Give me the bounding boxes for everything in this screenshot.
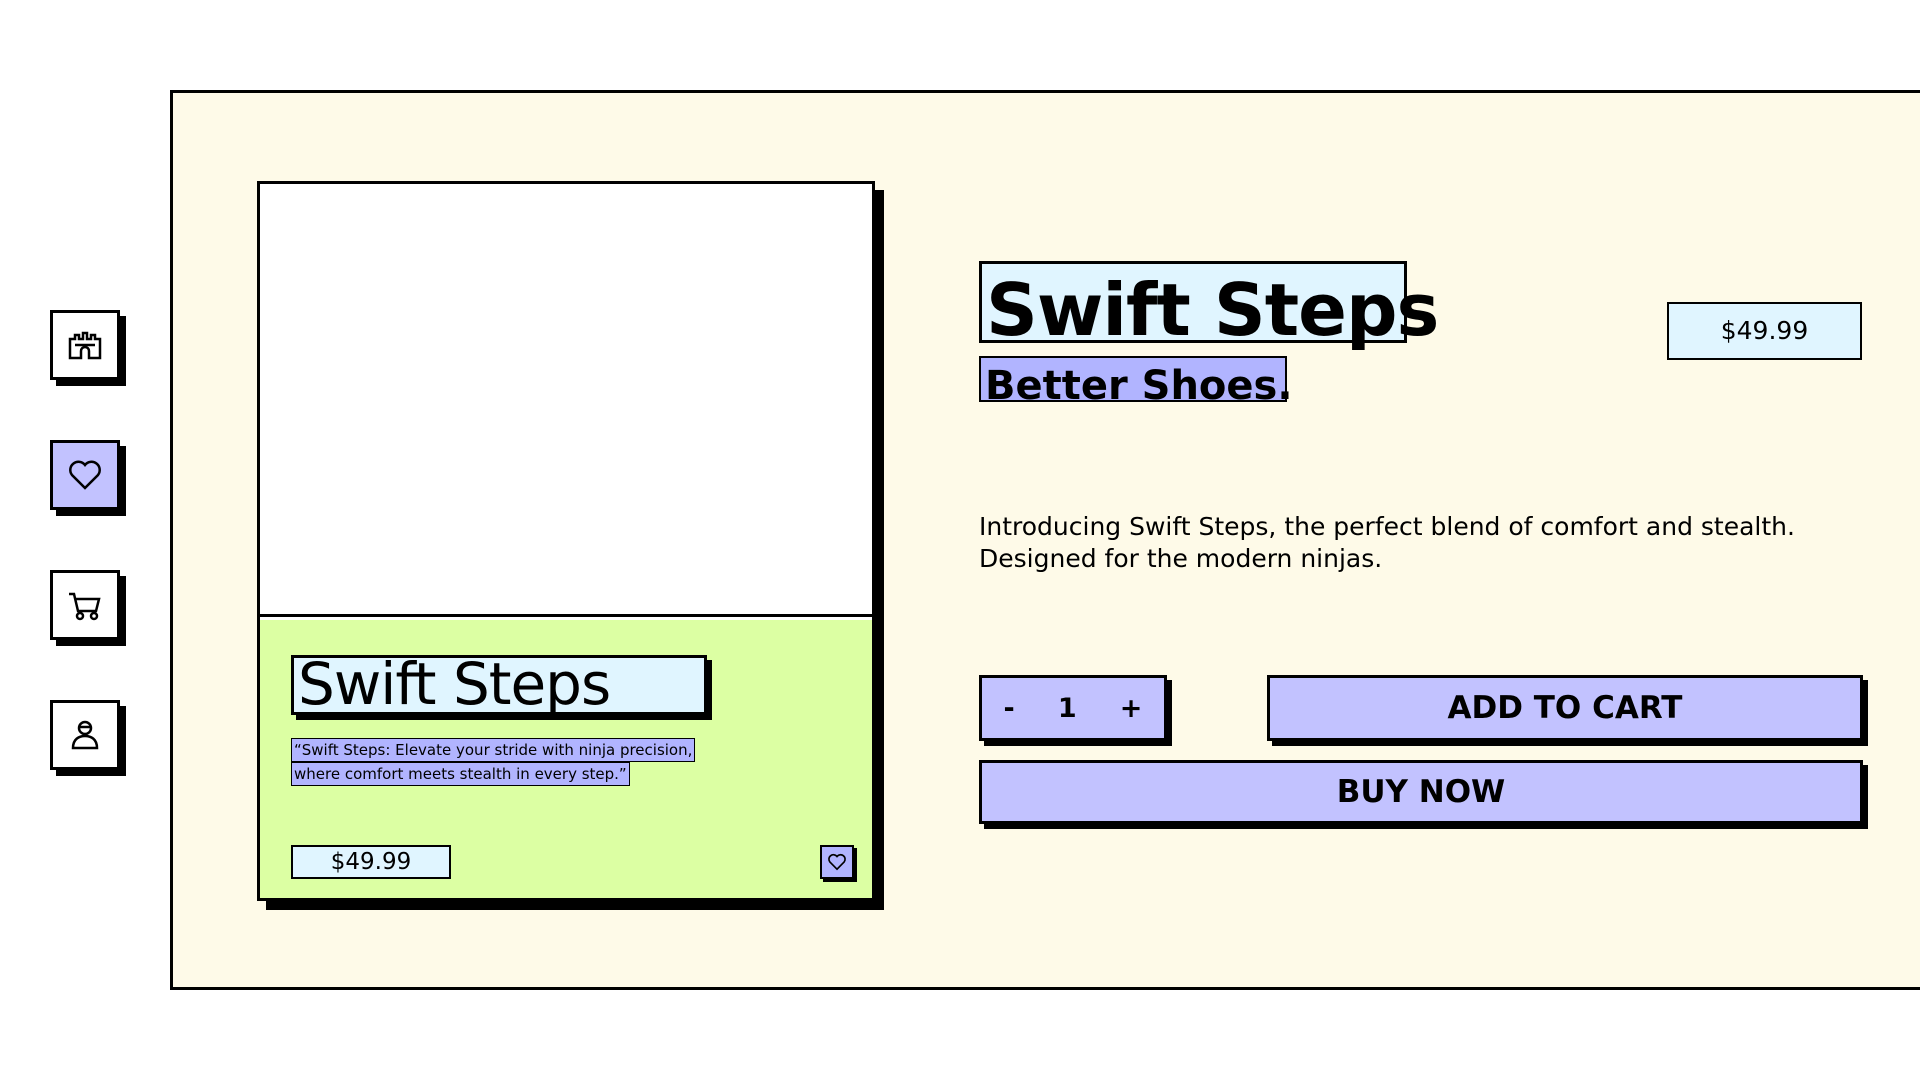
product-title: Swift Steps (979, 261, 1439, 352)
main-panel: Swift Steps “Swift Steps: Elevate your s… (170, 90, 1920, 990)
product-card[interactable]: Swift Steps “Swift Steps: Elevate your s… (257, 181, 875, 901)
card-favorite-button[interactable] (820, 845, 854, 879)
product-description: Introducing Swift Steps, the perfect ble… (979, 512, 1795, 573)
heart-icon (69, 460, 101, 490)
ninja-profile-icon (71, 720, 99, 750)
sidebar-item-cart[interactable] (50, 570, 120, 640)
cart-icon (69, 592, 101, 621)
buy-now-button[interactable]: BUY NOW (979, 760, 1863, 824)
card-title: Swift Steps (291, 655, 707, 715)
sidebar-item-profile[interactable] (50, 700, 120, 770)
sidebar-item-home[interactable] (50, 310, 120, 380)
card-quote-line: “Swift Steps: Elevate your stride with n… (291, 738, 696, 762)
card-price: $49.99 (291, 845, 451, 879)
quantity-value: 1 (1057, 692, 1077, 724)
card-quote-line: where comfort meets stealth in every ste… (291, 762, 630, 786)
sidebar-item-favorites[interactable] (50, 440, 120, 510)
quantity-increase-button[interactable]: + (1114, 693, 1149, 724)
product-image (260, 184, 872, 617)
castle-icon (68, 331, 102, 360)
card-quote: “Swift Steps: Elevate your stride with n… (291, 738, 696, 786)
quantity-stepper: - 1 + (979, 675, 1167, 741)
add-to-cart-button[interactable]: ADD TO CART (1267, 675, 1863, 741)
product-subtitle: Better Shoes. (979, 356, 1293, 409)
product-price: $49.99 (1667, 302, 1862, 360)
product-card-body: Swift Steps “Swift Steps: Elevate your s… (260, 620, 872, 898)
heart-icon (828, 853, 846, 871)
quantity-decrease-button[interactable]: - (998, 693, 1021, 724)
